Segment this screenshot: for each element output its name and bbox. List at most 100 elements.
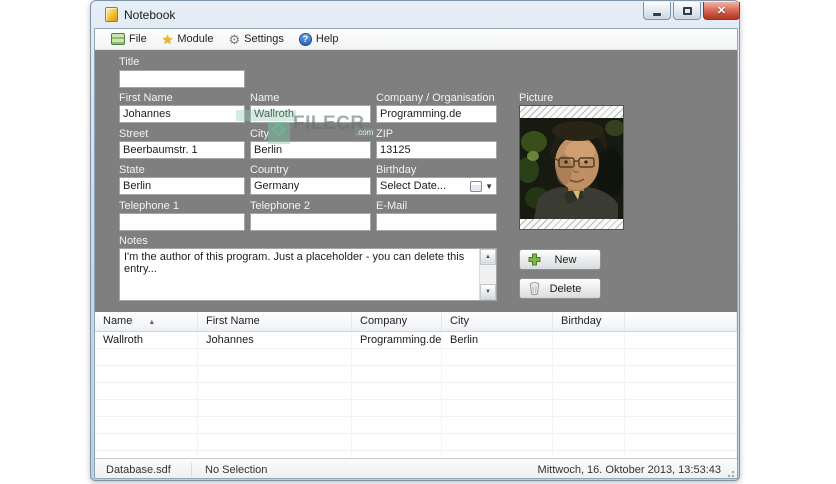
city-field[interactable] bbox=[250, 141, 371, 159]
table-cell bbox=[442, 349, 553, 366]
column-header-company[interactable]: Company bbox=[352, 312, 442, 331]
table-row-empty[interactable] bbox=[95, 400, 737, 417]
zip-field[interactable] bbox=[376, 141, 497, 159]
column-header-birthday[interactable]: Birthday bbox=[553, 312, 625, 331]
column-header-city[interactable]: City bbox=[442, 312, 553, 331]
minimize-button[interactable] bbox=[643, 2, 671, 20]
resize-grip[interactable] bbox=[725, 468, 735, 478]
menu-module[interactable]: ★ Module bbox=[156, 29, 223, 50]
state-label: State bbox=[119, 164, 145, 176]
table-cell bbox=[198, 451, 352, 458]
menu-module-label: Module bbox=[177, 33, 214, 45]
notebook-app-icon bbox=[105, 7, 118, 22]
new-button[interactable]: New bbox=[519, 249, 601, 270]
column-header-name[interactable]: Name ▲ bbox=[95, 312, 198, 331]
scroll-down-icon[interactable]: ▼ bbox=[480, 284, 496, 300]
menu-help[interactable]: ? Help bbox=[293, 29, 348, 50]
table-cell bbox=[95, 383, 198, 400]
delete-button[interactable]: Delete bbox=[519, 278, 601, 299]
table-cell bbox=[625, 383, 737, 400]
table-cell bbox=[352, 349, 442, 366]
sort-ascending-icon: ▲ bbox=[148, 319, 156, 326]
gear-icon: ⚙ bbox=[228, 31, 241, 47]
close-button[interactable]: ✕ bbox=[703, 2, 740, 20]
table-cell bbox=[625, 332, 737, 349]
table-row-empty[interactable] bbox=[95, 434, 737, 451]
table-cell: Programming.de bbox=[352, 332, 442, 349]
delete-button-label: Delete bbox=[549, 282, 582, 295]
first-name-label: First Name bbox=[119, 92, 173, 104]
picture-letterbox-bottom bbox=[520, 219, 623, 229]
minimize-icon bbox=[653, 12, 661, 16]
table-cell bbox=[95, 400, 198, 417]
contact-picture[interactable] bbox=[519, 105, 624, 230]
street-field[interactable] bbox=[119, 141, 245, 159]
scroll-up-icon[interactable]: ▲ bbox=[480, 249, 496, 265]
maximize-button[interactable] bbox=[673, 2, 701, 20]
table-cell bbox=[198, 400, 352, 417]
chevron-down-icon: ▼ bbox=[485, 181, 493, 191]
column-header-blank[interactable] bbox=[625, 312, 737, 331]
table-cell bbox=[442, 451, 553, 458]
table-cell bbox=[625, 451, 737, 458]
picture-label: Picture bbox=[519, 92, 554, 104]
datetime-status: Mittwoch, 16. Oktober 2013, 13:53:43 bbox=[537, 463, 721, 476]
menu-bar: File ★ Module ⚙ Settings ? Help bbox=[95, 29, 737, 50]
table-cell bbox=[352, 451, 442, 458]
table-row[interactable]: Wallroth Johannes Programming.de Berlin bbox=[95, 332, 737, 349]
notes-field[interactable]: I'm the author of this program. Just a p… bbox=[120, 249, 479, 300]
table-cell: Wallroth bbox=[95, 332, 198, 349]
company-field[interactable] bbox=[376, 105, 497, 123]
table-row-empty[interactable] bbox=[95, 366, 737, 383]
table-cell bbox=[553, 434, 625, 451]
name-label: Name bbox=[250, 92, 280, 104]
table-row-empty[interactable] bbox=[95, 451, 737, 458]
country-field[interactable] bbox=[250, 177, 371, 195]
telephone1-field[interactable] bbox=[119, 213, 245, 231]
table-cell bbox=[198, 383, 352, 400]
menu-file-label: File bbox=[129, 33, 147, 45]
name-field[interactable] bbox=[250, 105, 371, 123]
title-bar[interactable]: Notebook ✕ bbox=[91, 1, 740, 28]
table-cell bbox=[95, 434, 198, 451]
zip-label: ZIP bbox=[376, 128, 394, 140]
table-row-empty[interactable] bbox=[95, 383, 737, 400]
table-cell bbox=[625, 417, 737, 434]
table-cell bbox=[352, 417, 442, 434]
table-row-empty[interactable] bbox=[95, 417, 737, 434]
title-field[interactable] bbox=[119, 70, 245, 88]
table-cell bbox=[625, 434, 737, 451]
state-field[interactable] bbox=[119, 177, 245, 195]
file-icon bbox=[111, 33, 125, 45]
notes-scrollbar[interactable]: ▲ ▼ bbox=[479, 249, 496, 300]
maximize-icon bbox=[682, 6, 692, 15]
table-cell bbox=[352, 383, 442, 400]
table-cell bbox=[442, 434, 553, 451]
table-cell bbox=[553, 417, 625, 434]
telephone1-label: Telephone 1 bbox=[119, 200, 179, 212]
database-status: Database.sdf bbox=[106, 463, 171, 476]
new-button-label: New bbox=[554, 253, 577, 266]
street-label: Street bbox=[119, 128, 149, 140]
email-field[interactable] bbox=[376, 213, 497, 231]
table-cell: Berlin bbox=[442, 332, 553, 349]
table-cell bbox=[442, 417, 553, 434]
telephone2-field[interactable] bbox=[250, 213, 371, 231]
menu-file[interactable]: File bbox=[105, 29, 156, 50]
app-window: Notebook ✕ File ★ Module ⚙ Settings ? He… bbox=[90, 0, 740, 481]
first-name-field[interactable] bbox=[119, 105, 245, 123]
table-cell bbox=[553, 451, 625, 458]
selection-status: No Selection bbox=[205, 463, 268, 476]
table-row-empty[interactable] bbox=[95, 349, 737, 366]
table-cell bbox=[95, 451, 198, 458]
contact-form-panel: Title First Name Name Company / Organisa… bbox=[95, 50, 737, 312]
column-header-first-name[interactable]: First Name bbox=[198, 312, 352, 331]
table-cell bbox=[625, 366, 737, 383]
contacts-table: Name ▲ First Name Company City Birthday Wallr… bbox=[95, 312, 737, 458]
birthday-date-picker[interactable]: Select Date... ▼ bbox=[376, 177, 497, 195]
telephone2-label: Telephone 2 bbox=[250, 200, 310, 212]
table-cell bbox=[198, 434, 352, 451]
table-cell bbox=[442, 383, 553, 400]
menu-settings[interactable]: ⚙ Settings bbox=[222, 29, 292, 50]
table-cell bbox=[198, 366, 352, 383]
